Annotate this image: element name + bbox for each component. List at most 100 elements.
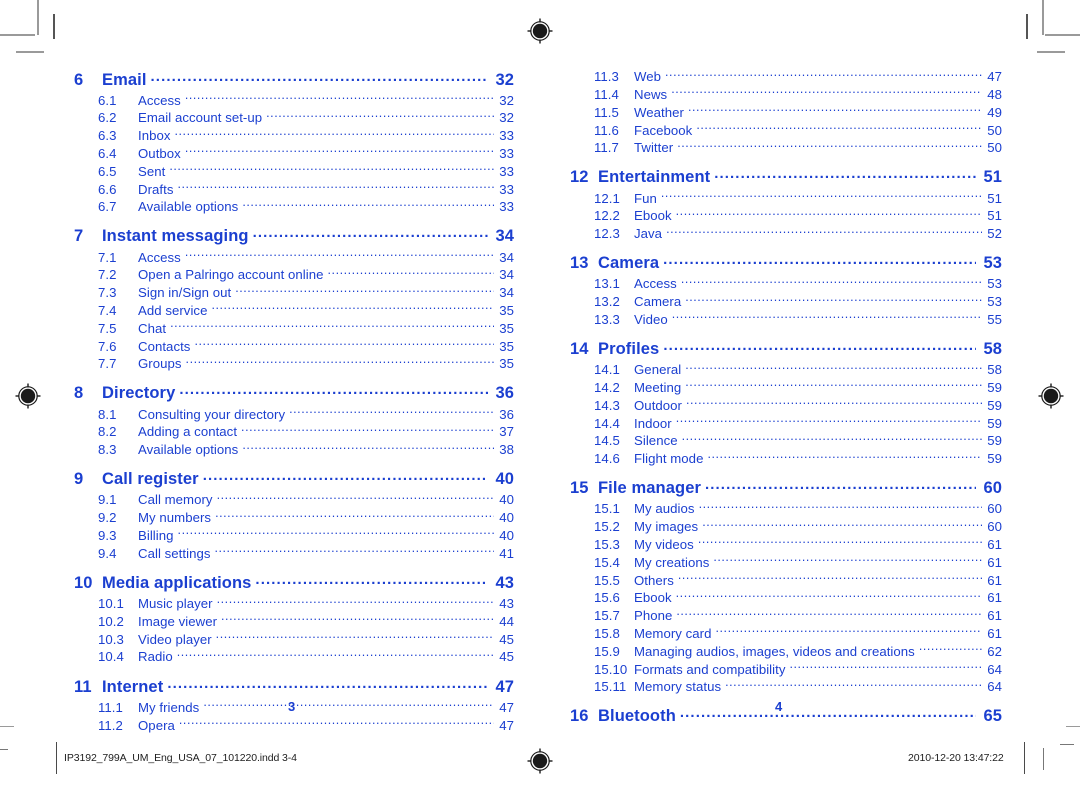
toc-entry-page-number: 34 xyxy=(499,267,514,283)
toc-section-entry[interactable]: 7.2 Open a Palringo account online 34 xyxy=(74,266,514,284)
toc-dot-leader xyxy=(242,198,494,211)
toc-dot-leader xyxy=(676,414,982,427)
toc-section-entry[interactable]: 6.6 Drafts 33 xyxy=(74,180,514,198)
toc-section-entry[interactable]: 8.2 Adding a contact 37 xyxy=(74,423,514,441)
toc-entry-title: Drafts xyxy=(138,181,174,197)
toc-entry-number: 6.7 xyxy=(98,199,117,215)
toc-dot-leader xyxy=(685,361,982,374)
toc-dot-leader xyxy=(235,284,494,297)
toc-section-entry[interactable]: 7.3 Sign in/Sign out 34 xyxy=(74,284,514,302)
toc-section-entry[interactable]: 11.2 Opera 47 xyxy=(74,716,514,734)
toc-dot-leader xyxy=(682,432,982,445)
toc-entry-number: 15.5 xyxy=(594,572,620,588)
toc-chapter-entry[interactable]: 9 Call register 40 xyxy=(74,468,514,490)
toc-entry-title: Camera xyxy=(634,294,682,310)
toc-section-entry[interactable]: 13.2 Camera 53 xyxy=(570,293,1002,311)
toc-section-entry[interactable]: 15.1 My audios 60 xyxy=(570,500,1002,518)
toc-chapter-entry[interactable]: 10 Media applications 43 xyxy=(74,571,514,593)
toc-section-entry[interactable]: 10.4 Radio 45 xyxy=(74,648,514,666)
toc-entry-title: General xyxy=(634,362,682,378)
toc-entry-page-number: 47 xyxy=(987,69,1002,85)
toc-section-entry[interactable]: 11.7 Twitter 50 xyxy=(570,139,1002,157)
toc-entry-page-number: 47 xyxy=(495,677,514,696)
toc-section-entry[interactable]: 11.3 Web 47 xyxy=(570,68,1002,86)
toc-entry-number: 11.1 xyxy=(98,699,123,715)
toc-section-entry[interactable]: 15.4 My creations 61 xyxy=(570,554,1002,572)
toc-section-entry[interactable]: 14.4 Indoor 59 xyxy=(570,414,1002,432)
toc-section-entry[interactable]: 11.6 Facebook 50 xyxy=(570,121,1002,139)
toc-entry-page-number: 34 xyxy=(495,227,514,246)
toc-dot-leader xyxy=(151,68,488,85)
toc-section-entry[interactable]: 15.9 Managing audios, images, videos and … xyxy=(570,643,1002,661)
toc-section-entry[interactable]: 15.11 Memory status 64 xyxy=(570,678,1002,696)
toc-section-entry[interactable]: 15.10 Formats and compatibility 64 xyxy=(570,660,1002,678)
toc-chapter-entry[interactable]: 16 Bluetooth 65 xyxy=(570,705,1002,727)
toc-section-entry[interactable]: 11.4 News 48 xyxy=(570,86,1002,104)
toc-section-entry[interactable]: 8.1 Consulting your directory 36 xyxy=(74,405,514,423)
toc-section-entry[interactable]: 15.3 My videos 61 xyxy=(570,536,1002,554)
toc-section-entry[interactable]: 10.3 Video player 45 xyxy=(74,630,514,648)
toc-section-entry[interactable]: 7.5 Chat 35 xyxy=(74,320,514,338)
toc-section-entry[interactable]: 9.1 Call memory 40 xyxy=(74,491,514,509)
toc-dot-leader xyxy=(186,355,494,368)
toc-entry-page-number: 59 xyxy=(987,397,1002,413)
toc-chapter-entry[interactable]: 12 Entertainment 51 xyxy=(570,166,1002,188)
toc-section-entry[interactable]: 12.1 Fun 51 xyxy=(570,189,1002,207)
toc-section-entry[interactable]: 10.2 Image viewer 44 xyxy=(74,613,514,631)
toc-section-entry[interactable]: 7.6 Contacts 35 xyxy=(74,337,514,355)
toc-chapter-entry[interactable]: 8 Directory 36 xyxy=(74,382,514,404)
toc-section-entry[interactable]: 6.1 Access 32 xyxy=(74,92,514,110)
toc-section-entry[interactable]: 7.4 Add service 35 xyxy=(74,302,514,320)
toc-entry-page-number: 49 xyxy=(987,104,1002,120)
toc-section-entry[interactable]: 14.1 General 58 xyxy=(570,361,1002,379)
toc-entry-number: 16 xyxy=(570,707,589,726)
toc-section-entry[interactable]: 7.7 Groups 35 xyxy=(74,355,514,373)
toc-section-entry[interactable]: 6.4 Outbox 33 xyxy=(74,145,514,163)
toc-entry-number: 7 xyxy=(74,227,84,246)
toc-section-entry[interactable]: 7.1 Access 34 xyxy=(74,248,514,266)
toc-section-entry[interactable]: 6.5 Sent 33 xyxy=(74,163,514,181)
toc-entry-title: Open a Palringo account online xyxy=(138,267,324,283)
toc-entry-number: 7.5 xyxy=(98,320,117,336)
toc-section-entry[interactable]: 14.6 Flight mode 59 xyxy=(570,450,1002,468)
toc-entry-page-number: 60 xyxy=(983,479,1002,498)
toc-section-entry[interactable]: 15.5 Others 61 xyxy=(570,571,1002,589)
toc-entry-page-number: 47 xyxy=(499,717,514,733)
toc-section-entry[interactable]: 13.3 Video 55 xyxy=(570,311,1002,329)
toc-section-entry[interactable]: 14.2 Meeting 59 xyxy=(570,379,1002,397)
toc-entry-title: Video player xyxy=(138,631,212,647)
toc-section-entry[interactable]: 11.5 Weather 49 xyxy=(570,104,1002,122)
toc-section-entry[interactable]: 15.2 My images 60 xyxy=(570,518,1002,536)
toc-section-entry[interactable]: 12.3 Java 52 xyxy=(570,225,1002,243)
toc-section-entry[interactable]: 8.3 Available options 38 xyxy=(74,441,514,459)
toc-section-entry[interactable]: 13.1 Access 53 xyxy=(570,275,1002,293)
toc-entry-page-number: 34 xyxy=(499,249,514,265)
toc-section-entry[interactable]: 6.7 Available options 33 xyxy=(74,198,514,216)
toc-chapter-entry[interactable]: 15 File manager 60 xyxy=(570,477,1002,499)
toc-section-entry[interactable]: 9.2 My numbers 40 xyxy=(74,509,514,527)
toc-section-entry[interactable]: 9.3 Billing 40 xyxy=(74,527,514,545)
toc-section-entry[interactable]: 9.4 Call settings 41 xyxy=(74,545,514,563)
toc-chapter-entry[interactable]: 13 Camera 53 xyxy=(570,252,1002,274)
toc-dot-leader xyxy=(185,92,494,105)
toc-section-entry[interactable]: 15.8 Memory card 61 xyxy=(570,625,1002,643)
toc-chapter-entry[interactable]: 6 Email 32 xyxy=(74,68,514,90)
toc-section-entry[interactable]: 6.3 Inbox 33 xyxy=(74,127,514,145)
toc-chapter-entry[interactable]: 11 Internet 47 xyxy=(74,675,514,697)
toc-chapter-entry[interactable]: 7 Instant messaging 34 xyxy=(74,225,514,247)
toc-entry-number: 15.8 xyxy=(594,625,620,641)
toc-section-entry[interactable]: 6.2 Email account set-up 32 xyxy=(74,109,514,127)
toc-section-entry[interactable]: 14.5 Silence 59 xyxy=(570,432,1002,450)
toc-chapter-entry[interactable]: 14 Profiles 58 xyxy=(570,338,1002,360)
toc-dot-leader xyxy=(685,293,982,306)
toc-entry-page-number: 51 xyxy=(983,168,1002,187)
toc-entry-title: Outdoor xyxy=(634,397,683,413)
toc-dot-leader xyxy=(661,189,982,202)
toc-section-entry[interactable]: 14.3 Outdoor 59 xyxy=(570,397,1002,415)
toc-section-entry[interactable]: 10.1 Music player 43 xyxy=(74,595,514,613)
toc-section-entry[interactable]: 15.7 Phone 61 xyxy=(570,607,1002,625)
toc-section-entry[interactable]: 12.2 Ebook 51 xyxy=(570,207,1002,225)
toc-section-entry[interactable]: 15.6 Ebook 61 xyxy=(570,589,1002,607)
toc-entry-page-number: 53 xyxy=(987,294,1002,310)
toc-entry-page-number: 34 xyxy=(499,285,514,301)
